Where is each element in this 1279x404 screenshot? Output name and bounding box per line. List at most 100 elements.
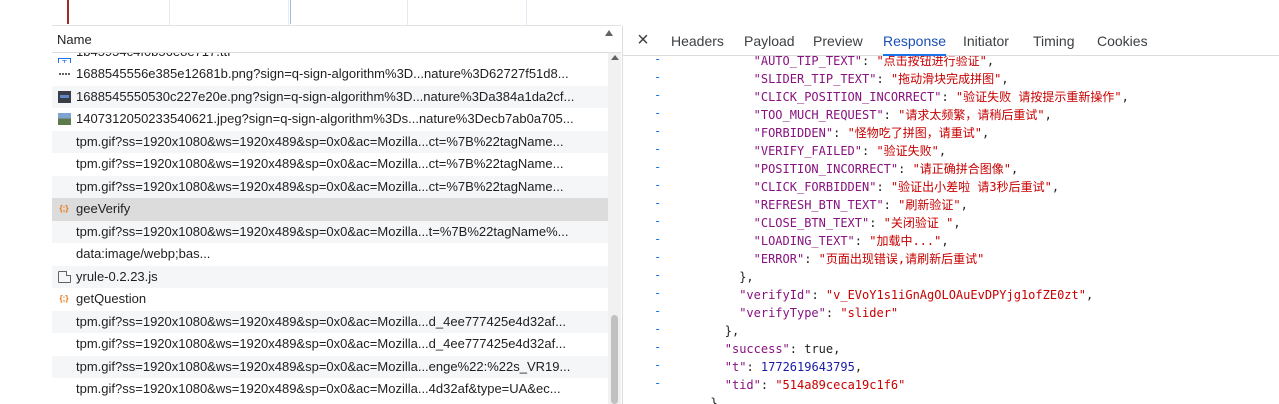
collapse-toggle-icon[interactable]: - xyxy=(654,88,662,102)
request-name: yrule-0.2.23.js xyxy=(76,268,158,284)
request-row[interactable]: data:image/webp;bas... xyxy=(52,243,608,266)
request-name: tpm.gif?ss=1920x1080&ws=1920x489&sp=0x0&… xyxy=(76,336,567,351)
request-row[interactable]: tpm.gif?ss=1920x1080&ws=1920x489&sp=0x0&… xyxy=(52,153,608,176)
json-comma: , xyxy=(938,144,947,158)
file-icon xyxy=(58,270,71,283)
tab-headers[interactable]: Headers xyxy=(671,26,724,56)
collapse-toggle-icon[interactable]: - xyxy=(654,142,662,156)
request-name: 1407312050233540621.jpeg?sign=q-sign-alg… xyxy=(76,111,574,126)
response-line: "CLICK_POSITION_INCORRECT": "验证失败 请按提示重新… xyxy=(754,88,1129,106)
collapse-toggle-icon[interactable]: - xyxy=(654,196,662,210)
response-line: } xyxy=(710,394,717,404)
request-list-scrollbar[interactable] xyxy=(608,53,621,404)
collapse-toggle-icon[interactable]: - xyxy=(654,124,662,138)
json-key: "POSITION_INCORRECT" xyxy=(753,162,899,176)
json-value: "514a89ceca19c1f6" xyxy=(775,378,906,392)
name-column-header[interactable]: Name xyxy=(52,26,621,53)
json-value: "验证出小差啦 请3秒后重试" xyxy=(890,180,1052,194)
request-row[interactable]: 1688545550530c227e20e.png?sign=q-sign-al… xyxy=(52,85,608,108)
json-colon: : xyxy=(883,198,899,212)
json-colon: : xyxy=(811,288,826,302)
collapse-toggle-icon[interactable]: - xyxy=(654,178,662,192)
scroll-up-arrow-icon[interactable] xyxy=(611,55,619,60)
json-comma: , xyxy=(1044,108,1052,122)
response-line: "REFRESH_BTN_TEXT": "刷新验证", xyxy=(754,196,968,214)
json-value: "拖动滑块完成拼图" xyxy=(890,72,1002,86)
tab-cookies[interactable]: Cookies xyxy=(1097,26,1148,56)
json-comma: , xyxy=(982,126,990,140)
json-key: "TOO_MUCH_REQUEST" xyxy=(753,108,884,122)
request-name: tpm.gif?ss=1920x1080&ws=1920x489&sp=0x0&… xyxy=(76,133,564,149)
collapse-toggle-icon[interactable]: - xyxy=(654,56,662,66)
request-row[interactable]: tpm.gif?ss=1920x1080&ws=1920x489&sp=0x0&… xyxy=(52,355,608,378)
json-colon: : xyxy=(869,216,884,230)
timeline-gridline xyxy=(526,0,527,25)
json-colon: : xyxy=(883,108,899,122)
request-row[interactable]: tpm.gif?ss=1920x1080&ws=1920x489&sp=0x0&… xyxy=(52,175,608,198)
json-value: "关闭验证 " xyxy=(883,216,954,230)
json-key: "verifyId" xyxy=(739,288,812,302)
response-line: "POSITION_INCORRECT": "请正确拼合图像", xyxy=(754,160,1019,178)
request-row[interactable]: tpm.gif?ss=1920x1080&ws=1920x489&sp=0x0&… xyxy=(52,310,608,333)
request-row[interactable]: {;} geeVerify xyxy=(52,198,608,221)
request-name: 1b45954c4f0b56e8e717.ttf xyxy=(76,53,604,57)
json-comma: , xyxy=(1011,162,1019,176)
collapse-toggle-icon[interactable]: - xyxy=(654,304,662,318)
sort-ascending-icon[interactable] xyxy=(605,30,613,36)
request-name: tpm.gif?ss=1920x1080&ws=1920x489&sp=0x0&… xyxy=(76,156,564,171)
json-value: "加载中..." xyxy=(869,234,942,248)
request-row[interactable]: {;} getQuestion xyxy=(52,288,608,311)
response-line: "tid": "514a89ceca19c1f6" xyxy=(725,376,906,394)
collapse-toggle-icon[interactable]: - xyxy=(654,232,662,246)
request-row[interactable]: yrule-0.2.23.js xyxy=(52,265,608,288)
tab-initiator[interactable]: Initiator xyxy=(963,26,1009,56)
json-value: "验证失败 请按提示重新操作" xyxy=(955,90,1122,104)
response-body[interactable]: - "AUTO_TIP_TEXT": "点击按钮进行验证", - "SLIDER_TI… xyxy=(623,56,1279,404)
scrollbar-thumb[interactable] xyxy=(611,315,618,404)
collapse-toggle-icon[interactable]: - xyxy=(654,340,662,354)
collapse-toggle-icon[interactable]: - xyxy=(654,214,662,228)
collapse-toggle-icon[interactable]: - xyxy=(654,268,662,282)
collapse-toggle-icon[interactable]: - xyxy=(654,322,662,336)
json-value: "刷新验证" xyxy=(898,198,961,212)
timeline-gridline xyxy=(407,0,408,25)
response-line: "VERIFY_FAILED": "验证失败", xyxy=(754,142,947,160)
collapse-toggle-icon[interactable]: - xyxy=(654,358,662,372)
xhr-icon: {;} xyxy=(59,204,69,213)
json-colon: : xyxy=(862,56,877,68)
json-key: "CLICK_FORBIDDEN" xyxy=(753,180,877,194)
json-comma: , xyxy=(953,216,961,230)
timeline-overview[interactable] xyxy=(52,0,621,26)
response-line: "verifyId": "v_EVoY1s1iGnAgOLOAuEvDPYjg1… xyxy=(739,286,1093,304)
collapse-toggle-icon[interactable]: - xyxy=(654,160,662,174)
response-line: "SLIDER_TIP_TEXT": "拖动滑块完成拼图", xyxy=(754,70,1009,88)
request-row[interactable]: tpm.gif?ss=1920x1080&ws=1920x489&sp=0x0&… xyxy=(52,220,608,243)
request-name: getQuestion xyxy=(76,291,147,306)
request-row[interactable]: 1407312050233540621.jpeg?sign=q-sign-alg… xyxy=(52,108,608,131)
json-colon: : xyxy=(862,144,877,158)
tab-payload[interactable]: Payload xyxy=(744,26,795,56)
json-brace: }, xyxy=(724,324,740,338)
json-value: "v_EVoY1s1iGnAgOLOAuEvDPYjg1ofZE0zt" xyxy=(825,288,1086,302)
timeline-gridline xyxy=(288,0,289,25)
request-row[interactable]: tpm.gif?ss=1920x1080&ws=1920x489&sp=0x0&… xyxy=(52,130,608,153)
json-colon: : xyxy=(804,252,819,266)
collapse-toggle-icon[interactable]: - xyxy=(654,376,662,390)
tab-preview[interactable]: Preview xyxy=(813,26,863,56)
request-row[interactable]: T1b45954c4f0b56e8e717.ttf xyxy=(52,53,608,63)
json-comma: , xyxy=(1051,180,1060,194)
json-colon: : xyxy=(854,234,870,248)
request-row[interactable]: 1688545556e385e12681b.png?sign=q-sign-al… xyxy=(52,63,608,86)
collapse-toggle-icon[interactable]: - xyxy=(654,250,662,264)
request-name: tpm.gif?ss=1920x1080&ws=1920x489&sp=0x0&… xyxy=(76,223,569,239)
collapse-toggle-icon[interactable]: - xyxy=(654,286,662,300)
request-row[interactable]: tpm.gif?ss=1920x1080&ws=1920x489&sp=0x0&… xyxy=(52,378,608,401)
request-row[interactable]: tpm.gif?ss=1920x1080&ws=1920x489&sp=0x0&… xyxy=(52,333,608,356)
collapse-toggle-icon[interactable]: - xyxy=(654,106,662,120)
close-detail-button[interactable]: × xyxy=(633,30,653,50)
response-line: "CLOSE_BTN_TEXT": "关闭验证 ", xyxy=(754,214,961,232)
tab-timing[interactable]: Timing xyxy=(1033,26,1075,56)
collapse-toggle-icon[interactable]: - xyxy=(654,70,662,84)
tab-response[interactable]: Response xyxy=(883,26,947,56)
request-name: tpm.gif?ss=1920x1080&ws=1920x489&sp=0x0&… xyxy=(76,178,564,194)
